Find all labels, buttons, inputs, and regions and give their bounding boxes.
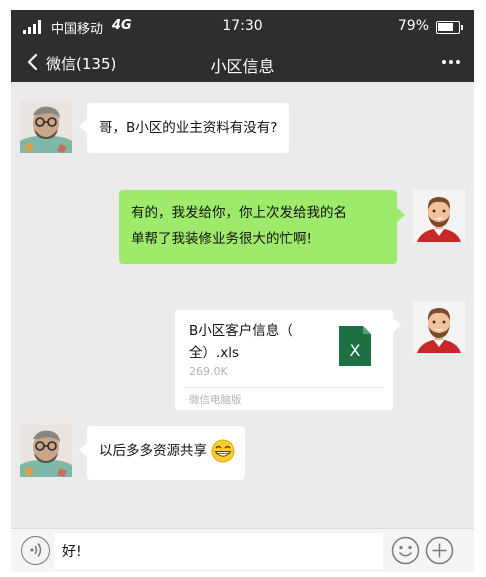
chat-title: 小区信息: [210, 57, 275, 76]
emoji-button-icon[interactable]: [391, 536, 420, 565]
message-bubble-received[interactable]: 以后多多资源共享: [87, 426, 246, 480]
my-avatar[interactable]: [413, 190, 465, 242]
message-text-line: 单帮了我装修业务很大的忙啊!: [131, 231, 312, 247]
my-avatar[interactable]: [413, 301, 465, 353]
file-name-line: B小区客户信息（: [189, 323, 293, 339]
message-text-line: 有的，我发给你，你上次发给我的名: [131, 205, 347, 221]
chat-screen: 中国移动 4G 17:30 79% 微信(135) 小区信息 哥，B小区的业主资…: [11, 10, 474, 572]
contact-avatar[interactable]: [20, 425, 72, 477]
divider: [185, 387, 383, 388]
message-bubble-received[interactable]: 哥，B小区的业主资料有没有?: [87, 103, 290, 153]
message-text: 哥，B小区的业主资料有没有?: [99, 120, 278, 136]
file-message-card[interactable]: B小区客户信息（ 全）.xls 269.0K X 微信电脑版: [175, 310, 393, 410]
file-name-line: 全）.xls: [189, 345, 240, 361]
contact-avatar[interactable]: [20, 101, 72, 153]
bubble-tail: [397, 208, 405, 222]
bubble-tail: [393, 318, 401, 332]
battery-icon: [436, 21, 463, 34]
file-name: B小区客户信息（ 全）.xls: [189, 320, 319, 364]
file-size: 269.0K: [189, 365, 228, 378]
battery-percent: 79%: [397, 18, 429, 34]
message-bubble-sent[interactable]: 有的，我发给你，你上次发给我的名 单帮了我装修业务很大的忙啊!: [119, 190, 397, 264]
input-toolbar: [11, 528, 474, 572]
grin-icon: [211, 439, 235, 463]
battery-level: [438, 23, 453, 31]
bubble-tail: [79, 443, 87, 457]
chat-header: 微信(135) 小区信息: [11, 44, 474, 82]
plus-icon[interactable]: [425, 536, 454, 565]
file-source-label: 微信电脑版: [189, 394, 242, 406]
message-text: 以后多多资源共享: [99, 443, 207, 459]
status-bar: 中国移动 4G 17:30 79%: [11, 10, 474, 44]
bubble-tail: [79, 119, 87, 133]
voice-icon: [30, 543, 42, 557]
more-options-icon[interactable]: [440, 52, 462, 72]
message-input[interactable]: [54, 533, 383, 569]
voice-input-button[interactable]: [21, 536, 50, 565]
svg-text:X: X: [350, 341, 361, 360]
excel-file-icon: X: [339, 326, 371, 366]
